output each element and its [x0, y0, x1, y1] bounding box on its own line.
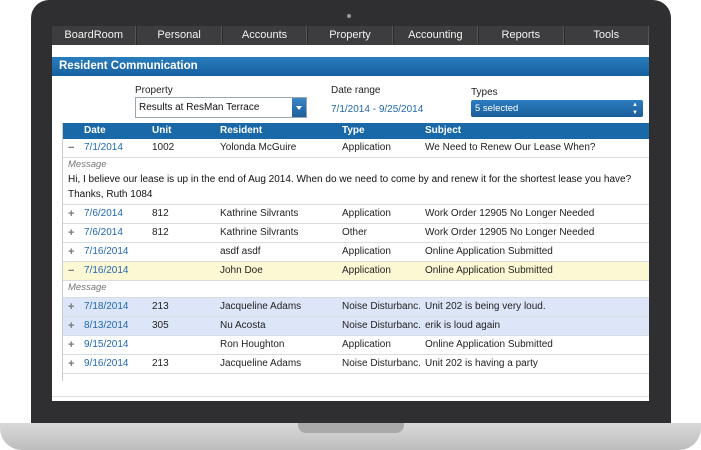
row-date[interactable]: 9/15/2014	[84, 336, 129, 354]
message-label: Message	[62, 281, 649, 298]
message-label: Message	[68, 159, 107, 170]
row-date[interactable]: 7/1/2014	[84, 139, 123, 157]
row-subject: Online Application Submitted	[425, 339, 553, 350]
row-subject: Online Application Submitted	[425, 265, 553, 276]
row-type: Noise Disturbanc...	[342, 358, 420, 369]
date-range-label: Date range	[331, 85, 381, 96]
nav-accounts[interactable]: Accounts	[221, 26, 308, 45]
row-subject: erik is loud again	[425, 320, 501, 331]
row-unit: 213	[152, 301, 169, 312]
table-row[interactable]: + 8/13/2014 305 Nu Acosta Noise Disturba…	[62, 317, 649, 336]
row-date[interactable]: 7/16/2014	[84, 262, 129, 280]
row-subject: Unit 202 is having a party	[425, 358, 538, 369]
expand-icon[interactable]: +	[68, 317, 74, 335]
expand-icon[interactable]: +	[68, 355, 74, 373]
table-row[interactable]: + 7/18/2014 213 Jacqueline Adams Noise D…	[62, 298, 649, 317]
nav-tools[interactable]: Tools	[563, 26, 649, 45]
property-label: Property	[135, 85, 173, 96]
expand-icon[interactable]: +	[68, 224, 74, 242]
table-border	[62, 123, 63, 381]
row-resident: asdf asdf	[220, 246, 261, 257]
column-date[interactable]: Date	[84, 123, 106, 139]
table-row[interactable]: + 7/6/2014 812 Kathrine Silvrants Applic…	[62, 205, 649, 224]
row-type: Other	[342, 227, 368, 238]
nav-reports[interactable]: Reports	[478, 26, 564, 45]
sort-arrows-icon: ▲ ▼	[632, 102, 638, 116]
row-type: Application	[342, 208, 391, 219]
table-row[interactable]: + 7/6/2014 812 Kathrine Silvrants Other …	[62, 224, 649, 243]
expand-icon[interactable]: +	[68, 298, 74, 316]
row-type: Application	[342, 142, 391, 153]
types-label: Types	[471, 87, 498, 98]
row-resident: Yolonda McGuire	[220, 142, 297, 153]
top-navigation: BoardRoom Personal Accounts Property Acc…	[52, 26, 649, 45]
row-date[interactable]: 7/6/2014	[84, 205, 123, 223]
row-resident: Kathrine Silvrants	[220, 227, 299, 238]
row-unit: 1002	[152, 142, 175, 153]
row-type: Application	[342, 246, 391, 257]
row-type: Application	[342, 339, 391, 350]
message-body: Hi, I believe our lease is up in the end…	[62, 172, 649, 205]
row-subject: We Need to Renew Our Lease When?	[425, 142, 596, 153]
nav-boardroom[interactable]: BoardRoom	[52, 26, 137, 45]
panel-title: Resident Communication	[52, 57, 649, 76]
row-unit: 812	[152, 227, 169, 238]
row-unit: 213	[152, 358, 169, 369]
column-subject[interactable]: Subject	[425, 123, 649, 139]
types-select[interactable]: 5 selected ▲ ▼	[471, 100, 643, 117]
row-subject: Online Application Submitted	[425, 246, 553, 257]
collapse-icon[interactable]: −	[68, 262, 74, 280]
collapse-icon[interactable]: −	[68, 139, 74, 157]
row-date[interactable]: 7/6/2014	[84, 224, 123, 242]
property-select[interactable]: Results at ResMan Terrace	[135, 97, 307, 118]
footer-divider	[52, 396, 649, 397]
row-resident: Ron Houghton	[220, 339, 285, 350]
app-screen: BoardRoom Personal Accounts Property Acc…	[52, 26, 649, 401]
row-date[interactable]: 7/18/2014	[84, 298, 129, 316]
communication-table: Date Unit Resident Type Subject − 7/1/20…	[62, 123, 649, 374]
row-resident: Nu Acosta	[220, 320, 266, 331]
row-resident: John Doe	[220, 265, 263, 276]
row-date[interactable]: 9/16/2014	[84, 355, 129, 373]
row-subject: Work Order 12905 No Longer Needed	[425, 208, 595, 219]
nav-property[interactable]: Property	[307, 26, 393, 45]
laptop-notch	[298, 423, 404, 433]
expand-icon[interactable]: +	[68, 336, 74, 354]
row-type: Application	[342, 265, 391, 276]
expand-icon[interactable]: +	[68, 205, 74, 223]
row-subject: Work Order 12905 No Longer Needed	[425, 227, 595, 238]
table-row-selected[interactable]: − 7/16/2014 John Doe Application Online …	[62, 262, 649, 281]
nav-personal[interactable]: Personal	[136, 26, 222, 45]
row-resident: Jacqueline Adams	[220, 358, 302, 369]
types-select-value: 5 selected	[475, 103, 519, 114]
nav-accounting[interactable]: Accounting	[392, 26, 479, 45]
table-row[interactable]: + 7/16/2014 asdf asdf Application Online…	[62, 243, 649, 262]
row-type: Noise Disturbanc...	[342, 301, 420, 312]
table-row[interactable]: − 7/1/2014 1002 Yolonda McGuire Applicat…	[62, 139, 649, 158]
table-row[interactable]: + 9/16/2014 213 Jacqueline Adams Noise D…	[62, 355, 649, 374]
row-unit: 812	[152, 208, 169, 219]
row-resident: Jacqueline Adams	[220, 301, 302, 312]
row-date[interactable]: 7/16/2014	[84, 243, 129, 261]
expand-icon[interactable]: +	[68, 243, 74, 261]
chevron-down-icon[interactable]	[292, 98, 306, 117]
row-type: Noise Disturbanc...	[342, 320, 420, 331]
row-subject: Unit 202 is being very loud.	[425, 301, 546, 312]
table-header: Date Unit Resident Type Subject	[62, 123, 649, 139]
column-resident[interactable]: Resident	[220, 123, 336, 139]
row-unit: 305	[152, 320, 169, 331]
column-unit[interactable]: Unit	[152, 123, 214, 139]
row-resident: Kathrine Silvrants	[220, 208, 299, 219]
table-row[interactable]: + 9/15/2014 Ron Houghton Application Onl…	[62, 336, 649, 355]
column-type[interactable]: Type	[342, 123, 420, 139]
property-select-value: Results at ResMan Terrace	[139, 102, 260, 113]
date-range-picker[interactable]: 7/1/2014 - 9/25/2014	[331, 104, 423, 115]
row-date[interactable]: 8/13/2014	[84, 317, 129, 335]
camera-dot	[347, 14, 351, 18]
